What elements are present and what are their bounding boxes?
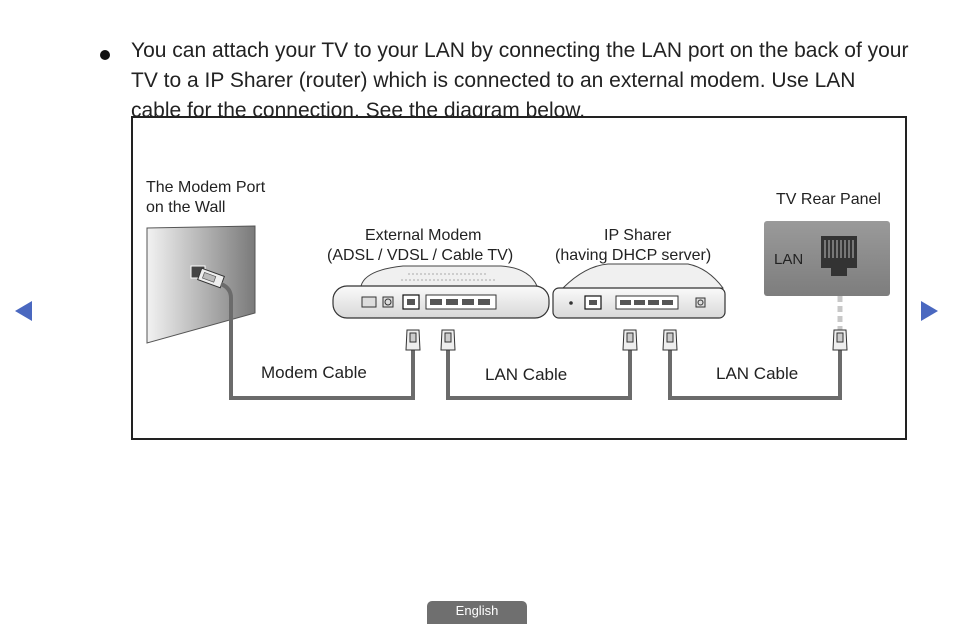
rj45-plug-icon [440, 329, 456, 351]
language-tab[interactable]: English [427, 601, 527, 624]
bullet-icon [100, 50, 110, 60]
ip-sharer-illustration [552, 263, 726, 319]
wall-port-illustration [146, 225, 256, 344]
rj45-plug-icon [832, 329, 848, 351]
rj45-plugs [405, 329, 848, 351]
rj45-plug-icon [662, 329, 678, 351]
modem-label-line1: External Modem [365, 227, 482, 244]
instruction-text: You can attach your TV to your LAN by co… [131, 39, 909, 122]
tv-lan-port-label: LAN [774, 251, 804, 268]
external-modem-illustration [332, 265, 550, 319]
tv-rear-panel-label: TV Rear Panel [776, 191, 881, 208]
previous-page-arrow-icon[interactable] [15, 301, 32, 321]
sharer-label-line2: (having DHCP server) [555, 247, 712, 264]
next-page-arrow-icon[interactable] [921, 301, 938, 321]
connection-diagram: The Modem Port on the Wall External Mode… [131, 116, 907, 440]
modem-cable-label: Modem Cable [261, 363, 367, 382]
diagram-graphics [146, 221, 890, 400]
lan-port-icon [821, 236, 857, 268]
lan-cable-2-label: LAN Cable [716, 364, 799, 383]
modem-label-line2: (ADSL / VDSL / Cable TV) [327, 247, 514, 264]
wall-label-line1: The Modem Port [146, 179, 266, 196]
wall-label-line2: on the Wall [146, 199, 226, 216]
lan-cable-1-label: LAN Cable [485, 365, 568, 384]
rj45-plug-icon [405, 329, 421, 351]
sharer-label-line1: IP Sharer [604, 227, 672, 244]
rj45-plug-icon [622, 329, 638, 351]
